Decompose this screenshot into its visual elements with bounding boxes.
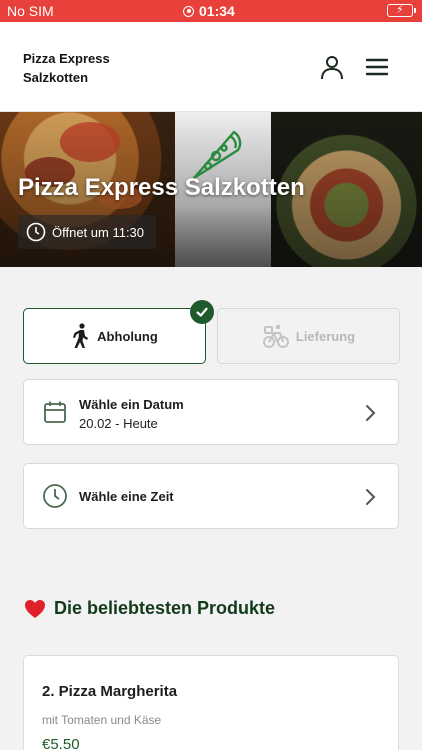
status-time: 01:34 xyxy=(183,3,235,19)
popular-title-text: Die beliebtesten Produkte xyxy=(54,598,276,618)
carrier-label: No SIM xyxy=(7,3,54,19)
battery-icon: ⚡ xyxy=(387,4,416,17)
pickup-label: Abholung xyxy=(97,328,158,344)
status-bar: No SIM 01:34 ⚡ xyxy=(0,0,422,22)
date-selector-label: Wähle ein Datum xyxy=(79,397,184,412)
product-description: mit Tomaten und Käse xyxy=(42,713,162,727)
restaurant-title: Pizza Express Salzkotten xyxy=(18,174,305,201)
heart-icon xyxy=(25,599,45,618)
brand-line-2: Salzkotten xyxy=(23,70,89,85)
date-selector-value: 20.02 - Heute xyxy=(79,416,158,431)
product-price: €5.50 xyxy=(42,736,80,750)
calendar-icon xyxy=(44,401,66,423)
selected-check-icon xyxy=(190,300,214,324)
opening-hours-text: Öffnet um 11:30 xyxy=(52,224,145,240)
time-selector[interactable]: Wähle eine Zeit xyxy=(23,463,399,529)
app-header: Pizza Express Salzkotten xyxy=(0,22,422,112)
hero-banner: Pizza Express Salzkotten Öffnet um 11:30 xyxy=(0,112,422,267)
chevron-right-icon xyxy=(366,489,376,505)
chevron-right-icon xyxy=(366,405,376,421)
bicycle-icon xyxy=(262,324,289,348)
date-selector[interactable]: Wähle ein Datum 20.02 - Heute xyxy=(23,379,399,445)
walking-person-icon xyxy=(73,323,89,348)
clock-time: 01:34 xyxy=(199,3,235,19)
brand-name[interactable]: Pizza Express Salzkotten xyxy=(23,49,133,87)
recording-icon xyxy=(183,5,194,17)
user-icon[interactable] xyxy=(318,53,346,81)
menu-icon[interactable] xyxy=(364,56,390,78)
product-name: 2. Pizza Margherita xyxy=(42,683,178,700)
delivery-button[interactable]: Lieferung xyxy=(217,308,400,364)
delivery-label: Lieferung xyxy=(295,328,356,344)
opening-hours-badge: Öffnet um 11:30 xyxy=(18,215,156,249)
pickup-button[interactable]: Abholung xyxy=(23,308,206,364)
clock-icon xyxy=(43,484,67,508)
brand-line-1: Pizza Express xyxy=(23,51,110,66)
product-card[interactable]: 2. Pizza Margherita mit Tomaten und Käse… xyxy=(23,655,399,750)
popular-section-title: Die beliebtesten Produkte xyxy=(24,598,275,619)
time-selector-label: Wähle eine Zeit xyxy=(79,489,174,504)
clock-icon xyxy=(26,222,46,242)
